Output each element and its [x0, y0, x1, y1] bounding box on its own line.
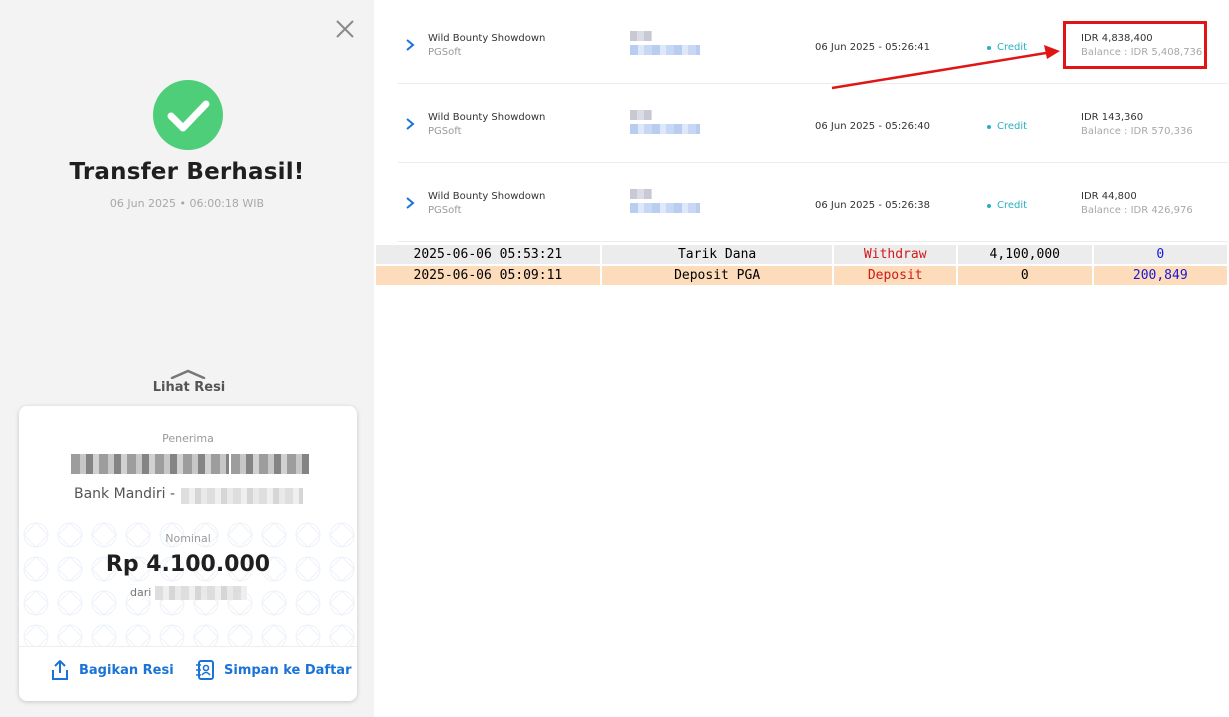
- history-balance: 0: [1093, 245, 1227, 264]
- transfer-amount: Rp 4.100.000: [105, 552, 271, 577]
- status-dot: [987, 124, 991, 129]
- contact-list-icon: [196, 660, 214, 680]
- provider-name: PGSoft: [428, 126, 462, 137]
- account-number-redacted: [181, 488, 303, 504]
- share-icon: [52, 660, 68, 680]
- share-receipt-label: Bagikan Resi: [79, 662, 174, 678]
- history-row: 2025-06-06 05:53:21 Tarik Dana Withdraw …: [376, 245, 1227, 264]
- close-icon[interactable]: [334, 18, 356, 40]
- redacted-id: [630, 31, 652, 41]
- transaction-row[interactable]: Wild Bounty Showdown PGSoft 06 Jun 2025 …: [398, 163, 1228, 242]
- amount-label: Nominal: [165, 532, 211, 545]
- redacted-ref: [630, 203, 700, 213]
- save-to-list-label: Simpan ke Daftar: [224, 662, 352, 678]
- chevron-right-icon[interactable]: [405, 38, 415, 52]
- redacted-id: [630, 110, 652, 120]
- share-receipt-button[interactable]: Bagikan Resi: [49, 659, 174, 681]
- recipient-name-redacted: [71, 454, 229, 474]
- status-badge: Credit: [987, 200, 1027, 211]
- recipient-name-redacted-2: [231, 454, 309, 474]
- screenshot-root: Transfer Berhasil! 06 Jun 2025 • 06:00:1…: [0, 0, 1229, 717]
- provider-name: PGSoft: [428, 47, 462, 58]
- view-receipt-toggle[interactable]: Lihat Resi: [0, 380, 378, 395]
- redacted-ref: [630, 45, 700, 55]
- chevron-right-icon[interactable]: [405, 117, 415, 131]
- history-datetime: 2025-06-06 05:09:11: [376, 266, 600, 285]
- history-amount: 0: [958, 266, 1092, 285]
- status-dot: [987, 203, 991, 208]
- history-description: Deposit PGA: [601, 266, 833, 285]
- history-amount: 4,100,000: [958, 245, 1092, 264]
- recipient-bank: Bank Mandiri -: [74, 486, 176, 502]
- history-row: 2025-06-06 05:09:11 Deposit PGA Deposit …: [376, 266, 1227, 285]
- chevron-up-icon[interactable]: [170, 369, 206, 379]
- transaction-balance: Balance : IDR 426,976: [1081, 205, 1193, 216]
- game-name: Wild Bounty Showdown: [428, 33, 546, 44]
- history-table: 2025-06-06 05:53:21 Tarik Dana Withdraw …: [374, 243, 1229, 287]
- game-name: Wild Bounty Showdown: [428, 112, 546, 123]
- annotation-highlight-box: [1063, 21, 1207, 69]
- recipient-label: Penerima: [162, 432, 214, 445]
- status-label: Credit: [997, 200, 1028, 211]
- status-label: Credit: [997, 121, 1028, 132]
- chevron-right-icon[interactable]: [405, 196, 415, 210]
- history-datetime: 2025-06-06 05:53:21: [376, 245, 600, 264]
- save-to-list-button[interactable]: Simpan ke Daftar: [194, 659, 351, 681]
- history-description: Tarik Dana: [601, 245, 833, 264]
- source-account-redacted: [155, 586, 247, 600]
- success-title: Transfer Berhasil!: [69, 159, 305, 185]
- receipt-card: Penerima Bank Mandiri - Nominal Rp 4.100…: [19, 406, 357, 701]
- game-name: Wild Bounty Showdown: [428, 191, 546, 202]
- annotation-arrow: [831, 45, 1060, 90]
- provider-name: PGSoft: [428, 205, 462, 216]
- history-type: Deposit: [834, 266, 957, 285]
- transaction-amount: IDR 44,800: [1081, 191, 1137, 202]
- success-check-icon: [153, 80, 223, 150]
- history-type: Withdraw: [834, 245, 957, 264]
- redacted-id: [630, 189, 652, 199]
- transaction-amount: IDR 143,360: [1081, 112, 1144, 123]
- transaction-balance: Balance : IDR 570,336: [1081, 126, 1193, 137]
- transfer-success-panel: Transfer Berhasil! 06 Jun 2025 • 06:00:1…: [0, 0, 374, 717]
- transaction-datetime: 06 Jun 2025 - 05:26:40: [815, 121, 931, 132]
- source-prefix: dari: [130, 586, 152, 599]
- transaction-row[interactable]: Wild Bounty Showdown PGSoft 06 Jun 2025 …: [398, 84, 1228, 163]
- transfer-datetime: 06 Jun 2025 • 06:00:18 WIB: [109, 197, 265, 210]
- transaction-datetime: 06 Jun 2025 - 05:26:38: [815, 200, 931, 211]
- divider: [19, 646, 357, 647]
- history-balance: 200,849: [1093, 266, 1227, 285]
- status-badge: Credit: [987, 121, 1027, 132]
- redacted-ref: [630, 124, 700, 134]
